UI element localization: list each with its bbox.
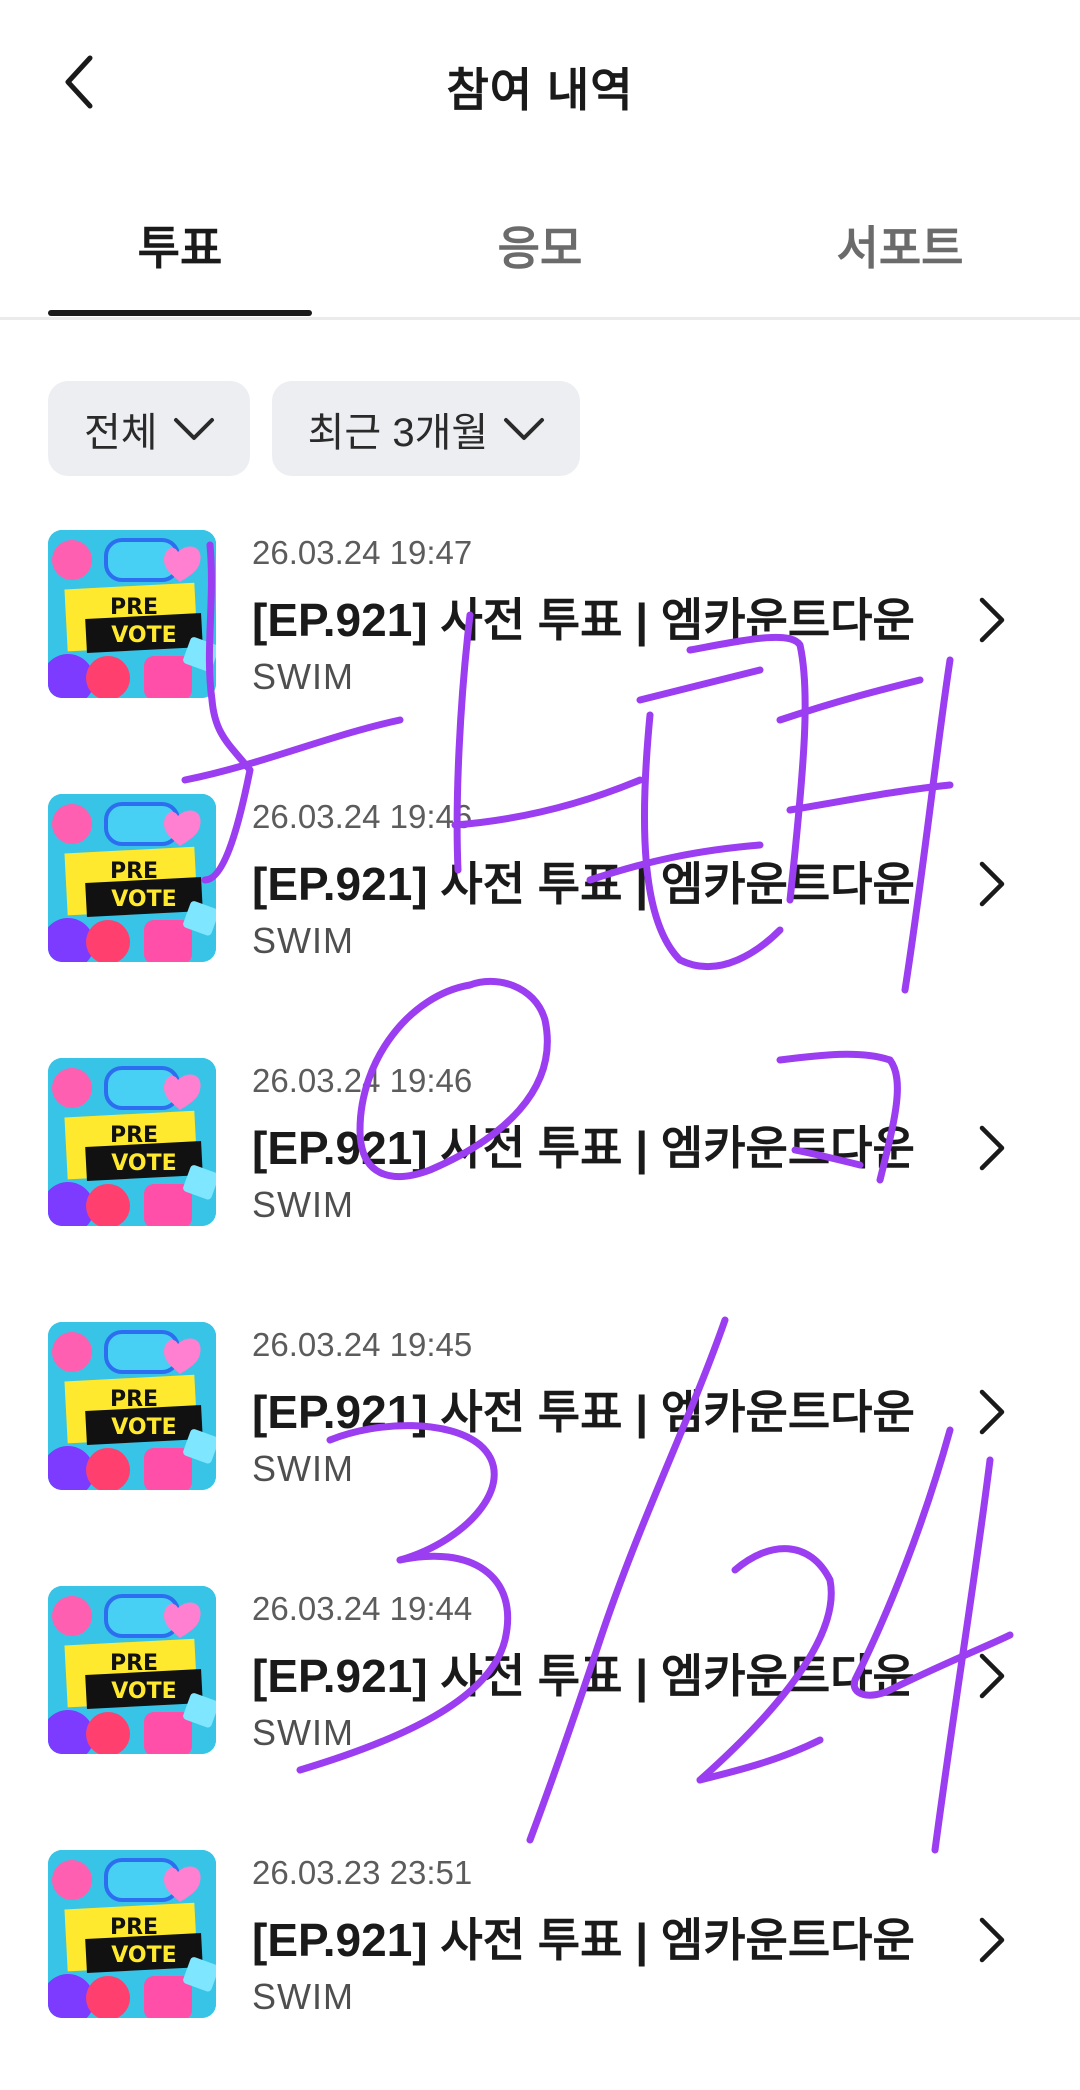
thumbnail-pre-text: PRE — [110, 1651, 158, 1676]
tab-support-label: 서포트 — [836, 222, 964, 274]
item-subtitle: SWIM — [252, 1976, 354, 2017]
item-title: [EP.921] 사전 투표 | 엠카운트다운 — [252, 1650, 915, 1702]
list-item[interactable]: PRE VOTE 26.03.24 19:46 [EP.921] 사전 투표 |… — [0, 1048, 1080, 1312]
thumbnail-vote-text: VOTE — [111, 1415, 176, 1440]
item-subtitle: SWIM — [252, 920, 354, 961]
item-title: [EP.921] 사전 투표 | 엠카운트다운 — [252, 1386, 915, 1438]
list-item[interactable]: PRE VOTE 26.03.24 19:47 [EP.921] 사전 투표 |… — [0, 520, 1080, 784]
tab-support[interactable]: 서포트 — [768, 212, 1032, 317]
participation-list: PRE VOTE 26.03.24 19:47 [EP.921] 사전 투표 |… — [0, 520, 1080, 2090]
list-item[interactable]: PRE VOTE 26.03.24 19:46 [EP.921] 사전 투표 |… — [0, 784, 1080, 1048]
item-subtitle: SWIM — [252, 1712, 354, 1753]
pre-vote-thumbnail: PRE VOTE — [48, 1586, 216, 1754]
pre-vote-thumbnail: PRE VOTE — [48, 1322, 216, 1490]
chevron-right-icon — [979, 597, 1005, 643]
item-subtitle: SWIM — [252, 1448, 354, 1489]
chevron-down-icon — [173, 417, 214, 440]
tab-entry[interactable]: 응모 — [408, 212, 672, 317]
thumbnail-pre-text: PRE — [110, 595, 158, 620]
pre-vote-thumbnail: PRE VOTE — [48, 794, 216, 962]
item-title: [EP.921] 사전 투표 | 엠카운트다운 — [252, 1122, 915, 1174]
thumbnail-pre-text: PRE — [110, 859, 158, 884]
item-date: 26.03.23 23:51 — [252, 1854, 473, 1891]
item-date: 26.03.24 19:45 — [252, 1326, 473, 1363]
chevron-right-icon — [979, 861, 1005, 907]
item-subtitle: SWIM — [252, 1184, 354, 1225]
period-filter-label: 최근 3개월 — [307, 410, 489, 455]
active-tab-indicator — [48, 310, 312, 316]
thumbnail-vote-text: VOTE — [111, 1679, 176, 1704]
chevron-right-icon — [979, 1653, 1005, 1699]
item-title: [EP.921] 사전 투표 | 엠카운트다운 — [252, 1914, 915, 1966]
item-title: [EP.921] 사전 투표 | 엠카운트다운 — [252, 594, 915, 646]
thumbnail-pre-text: PRE — [110, 1915, 158, 1940]
chevron-right-icon — [979, 1125, 1005, 1171]
tab-vote[interactable]: 투표 — [48, 212, 312, 317]
list-item[interactable]: PRE VOTE 26.03.24 19:45 [EP.921] 사전 투표 |… — [0, 1312, 1080, 1576]
item-date: 26.03.24 19:46 — [252, 798, 473, 835]
list-item[interactable]: PRE VOTE 26.03.24 19:44 [EP.921] 사전 투표 |… — [0, 1576, 1080, 1840]
thumbnail-vote-text: VOTE — [111, 623, 176, 648]
pre-vote-thumbnail: PRE VOTE — [48, 1850, 216, 2018]
top-bar: 참여 내역 — [0, 0, 1080, 170]
chevron-down-icon — [504, 417, 545, 440]
tab-vote-label: 투표 — [137, 222, 223, 274]
thumbnail-vote-text: VOTE — [111, 1943, 176, 1968]
item-date: 26.03.24 19:47 — [252, 534, 473, 571]
item-date: 26.03.24 19:46 — [252, 1062, 473, 1099]
chevron-right-icon — [979, 1917, 1005, 1963]
chevron-right-icon — [979, 1389, 1005, 1435]
filter-bar: 전체 최근 3개월 — [48, 381, 581, 476]
thumbnail-vote-text: VOTE — [111, 887, 176, 912]
list-item[interactable]: PRE VOTE 26.03.23 23:51 [EP.921] 사전 투표 |… — [0, 1840, 1080, 2090]
thumbnail-pre-text: PRE — [110, 1387, 158, 1412]
item-date: 26.03.24 19:44 — [252, 1590, 473, 1627]
period-filter-dropdown[interactable]: 최근 3개월 — [271, 381, 581, 476]
tab-entry-label: 응모 — [497, 222, 583, 274]
thumbnail-vote-text: VOTE — [111, 1151, 176, 1176]
pre-vote-thumbnail: PRE VOTE — [48, 530, 216, 698]
pre-vote-thumbnail: PRE VOTE — [48, 1058, 216, 1226]
item-title: [EP.921] 사전 투표 | 엠카운트다운 — [252, 858, 915, 910]
thumbnail-pre-text: PRE — [110, 1123, 158, 1148]
category-filter-dropdown[interactable]: 전체 — [48, 381, 250, 476]
category-filter-label: 전체 — [84, 410, 158, 455]
tab-bar: 투표 응모 서포트 — [0, 200, 1080, 320]
item-subtitle: SWIM — [252, 656, 354, 697]
page-title: 참여 내역 — [446, 64, 634, 116]
